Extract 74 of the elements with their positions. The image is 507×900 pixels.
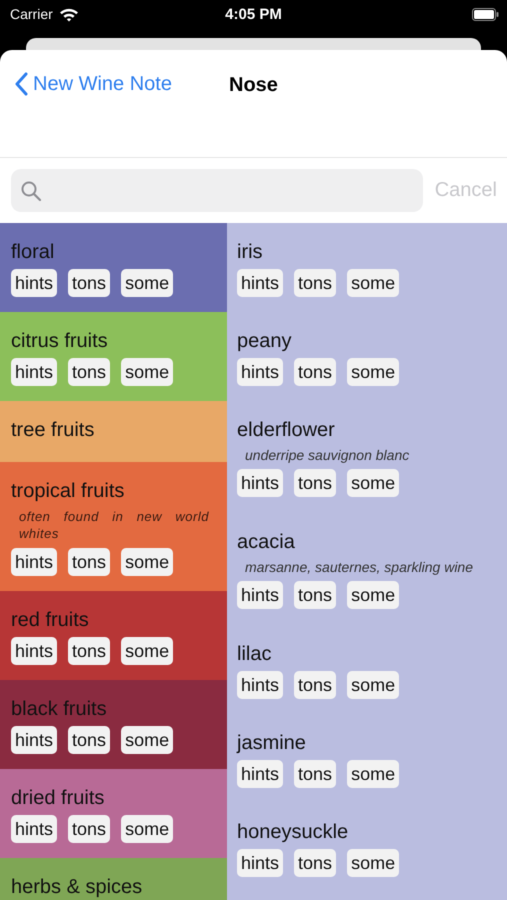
carrier-label: Carrier <box>10 6 53 22</box>
category-name: floral <box>11 240 54 265</box>
amount-chip[interactable]: hints <box>11 726 58 754</box>
amount-chip[interactable]: tons <box>294 469 336 497</box>
amount-chip[interactable]: hints <box>237 581 284 609</box>
amount-chip[interactable]: some <box>347 581 400 609</box>
search-icon <box>20 180 42 202</box>
amount-chip[interactable]: tons <box>68 358 110 386</box>
amount-chip[interactable]: tons <box>294 269 336 297</box>
status-time: 4:05 PM <box>224 6 283 22</box>
aroma-note: underripe sauvignon blanc <box>245 447 410 463</box>
amount-chip[interactable]: hints <box>11 815 58 843</box>
category-row[interactable]: herbs & spices <box>0 858 227 900</box>
search-field[interactable] <box>11 169 423 212</box>
aroma-note: marsanne, sauternes, sparkling wine <box>245 559 474 575</box>
amount-chip[interactable]: hints <box>237 469 284 497</box>
amount-chip[interactable]: some <box>347 849 400 877</box>
aroma-name: jasmine <box>237 731 306 756</box>
category-row[interactable]: black fruits hints tons some <box>0 680 227 769</box>
amount-chip[interactable]: some <box>347 269 400 297</box>
amount-chip[interactable]: hints <box>11 637 58 665</box>
amount-chip[interactable]: some <box>347 469 400 497</box>
category-name: red fruits <box>11 608 89 633</box>
amount-chip[interactable]: tons <box>294 849 336 877</box>
category-row[interactable]: tropical fruits often found in new world whites hints tons some <box>0 462 227 591</box>
category-name: tropical fruits <box>11 479 124 504</box>
category-row[interactable]: floral hints tons some <box>0 223 227 312</box>
amount-chip[interactable]: hints <box>11 269 58 297</box>
amount-chip[interactable]: hints <box>237 671 284 699</box>
amount-chip[interactable]: tons <box>294 760 336 788</box>
category-row[interactable]: tree fruits <box>0 401 227 462</box>
category-note: often found in new world whites <box>19 508 209 542</box>
amount-chip[interactable]: hints <box>11 358 58 386</box>
aroma-name: acacia <box>237 530 295 555</box>
category-name: tree fruits <box>11 418 94 443</box>
aroma-name: peany <box>237 329 292 354</box>
aroma-name: elderflower <box>237 418 335 443</box>
amount-chip[interactable]: hints <box>11 548 58 576</box>
amount-chip[interactable]: some <box>347 760 400 788</box>
amount-chip[interactable]: hints <box>237 269 284 297</box>
aroma-name: iris <box>237 240 263 265</box>
amount-chip[interactable]: tons <box>68 269 110 297</box>
category-row[interactable]: dried fruits hints tons some <box>0 769 227 858</box>
amount-chip[interactable]: tons <box>294 581 336 609</box>
amount-chip[interactable]: some <box>121 726 174 754</box>
amount-chip[interactable]: tons <box>68 637 110 665</box>
category-name: citrus fruits <box>11 329 108 354</box>
battery-icon <box>472 8 499 20</box>
amount-chip[interactable]: tons <box>294 671 336 699</box>
back-chevron-icon <box>14 72 28 96</box>
amount-chip[interactable]: some <box>121 815 174 843</box>
amount-chip[interactable]: hints <box>237 358 284 386</box>
category-name: herbs & spices <box>11 875 142 900</box>
amount-chip[interactable]: hints <box>237 849 284 877</box>
amount-chip[interactable]: some <box>121 358 174 386</box>
amount-chip[interactable]: tons <box>68 815 110 843</box>
wifi-icon <box>58 6 79 22</box>
category-row[interactable]: citrus fruits hints tons some <box>0 312 227 401</box>
category-name: black fruits <box>11 697 107 722</box>
amount-chip[interactable]: some <box>121 269 174 297</box>
amount-chip[interactable]: hints <box>237 760 284 788</box>
back-button[interactable]: New Wine Note <box>14 72 172 96</box>
amount-chip[interactable]: tons <box>294 358 336 386</box>
category-row[interactable]: red fruits hints tons some <box>0 591 227 680</box>
nav-title: Nose <box>229 74 278 97</box>
amount-chip[interactable]: some <box>121 548 174 576</box>
amount-chip[interactable]: tons <box>68 726 110 754</box>
aroma-name: lilac <box>237 642 272 667</box>
amount-chip[interactable]: some <box>347 671 400 699</box>
amount-chip[interactable]: tons <box>68 548 110 576</box>
amount-chip[interactable]: some <box>121 637 174 665</box>
amount-chip[interactable]: some <box>347 358 400 386</box>
aroma-name: honeysuckle <box>237 820 348 845</box>
category-name: dried fruits <box>11 786 104 811</box>
